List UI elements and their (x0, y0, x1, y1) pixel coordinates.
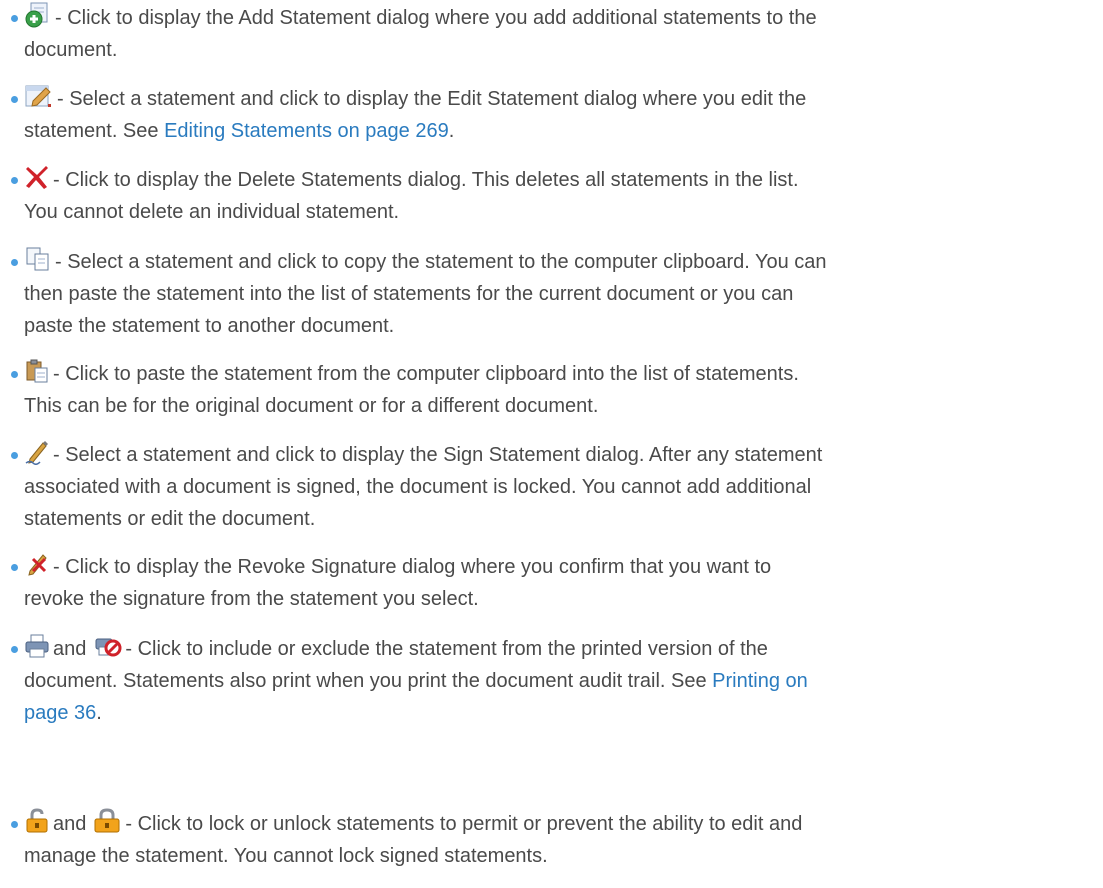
paste-icon (24, 358, 50, 384)
list-item-line-3: statements or edit the document. (24, 508, 316, 530)
list-item: - Select a statement and click to copy t… (11, 246, 1084, 342)
list-item-line-1: - Select a statement and click to displa… (24, 439, 1084, 471)
unlock-icon (24, 808, 50, 834)
revoke-signature-icon (24, 551, 50, 577)
bullet-dot (11, 646, 18, 653)
list-item: - Select a statement and click to displa… (11, 439, 1084, 535)
copy-icon (24, 246, 52, 272)
bullet-dot (11, 96, 18, 103)
list-item-line-1: and - Click to lock or unlock statements… (24, 808, 1084, 840)
print-include-icon (24, 633, 50, 659)
list-item-line-1: - Click to display the Add Statement dia… (24, 2, 1084, 34)
list-item: and - Click to lock or unlock statements… (11, 808, 1084, 872)
document-page: - Click to display the Add Statement dia… (0, 0, 1103, 888)
list-item-text: - Click to display the Delete Statements… (53, 169, 799, 191)
bullet-dot (11, 259, 18, 266)
list-item-line-2: You cannot delete an individual statemen… (24, 201, 400, 223)
list-item: - Click to paste the statement from the … (11, 358, 1084, 422)
edit-statement-icon (24, 83, 54, 109)
list-item-line-1: and - Click to include or exclude the st… (24, 633, 1084, 665)
list-item-line-2: manage the statement. You cannot lock si… (24, 845, 548, 867)
bullet-dot (11, 177, 18, 184)
list-item-line-2: then paste the statement into the list o… (24, 283, 794, 305)
list-item: and - Click to include or exclude the st… (11, 633, 1084, 729)
list-item-text: - Select a statement and click to displa… (57, 88, 807, 110)
delete-icon (24, 164, 50, 190)
list-item-line-1: - Click to paste the statement from the … (24, 358, 1084, 390)
list-item-text: - Select a statement and click to displa… (53, 444, 823, 466)
list-item-line-2: associated with a document is signed, th… (24, 476, 812, 498)
and-text: and (53, 638, 87, 660)
list-item-text: - Click to include or exclude the statem… (125, 638, 768, 660)
list-item-text: - Click to display the Add Statement dia… (55, 7, 817, 29)
bullet-dot (11, 564, 18, 571)
list-item-text: - Click to paste the statement from the … (53, 363, 799, 385)
editing-statements-link[interactable]: Editing Statements on page 269 (164, 120, 449, 142)
list-item: - Click to display the Revoke Signature … (11, 551, 1084, 615)
list-item-line-3: paste the statement to another document. (24, 315, 395, 337)
sign-icon (24, 439, 50, 465)
list-item-line-1: - Click to display the Delete Statements… (24, 164, 1084, 196)
list-item-line-2: revoke the signature from the statement … (24, 588, 479, 610)
list-item-line-1: - Click to display the Revoke Signature … (24, 551, 1084, 583)
list-item-line-1: - Select a statement and click to copy t… (24, 246, 1084, 278)
bullet-dot (11, 452, 18, 459)
list-item-line-2: statement. See Editing Statements on pag… (24, 120, 455, 142)
list-item-text: - Select a statement and click to copy t… (55, 251, 827, 273)
list-item-line-1: - Select a statement and click to displa… (24, 83, 1084, 115)
list-item: - Click to display the Add Statement dia… (11, 2, 1084, 66)
printing-link[interactable]: Printing on (712, 670, 808, 692)
bullet-dot (11, 371, 18, 378)
list-item-line-2: document. (24, 39, 118, 61)
print-exclude-icon (92, 633, 122, 659)
add-statement-icon (24, 2, 52, 28)
list-item-line-2: document. Statements also print when you… (24, 670, 808, 692)
list-item-text: - Click to lock or unlock statements to … (125, 813, 803, 835)
list-item: - Select a statement and click to displa… (11, 83, 1084, 147)
lock-icon (92, 808, 122, 834)
list-item-line-2: This can be for the original document or… (24, 395, 599, 417)
list-item: - Click to display the Delete Statements… (11, 164, 1084, 228)
bullet-dot (11, 821, 18, 828)
bullet-dot (11, 15, 18, 22)
list-item-line-3: page 36. (24, 702, 102, 724)
list-item-text: - Click to display the Revoke Signature … (53, 556, 772, 578)
printing-link-page[interactable]: page 36 (24, 702, 96, 724)
and-text: and (53, 813, 87, 835)
